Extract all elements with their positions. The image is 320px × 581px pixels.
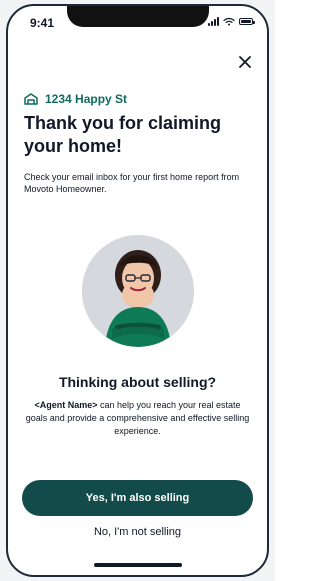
close-icon[interactable] (237, 54, 253, 70)
property-address-row: 1234 Happy St (24, 92, 251, 106)
not-selling-link[interactable]: No, I'm not selling (8, 526, 267, 538)
agent-avatar (81, 235, 194, 347)
agent-name-placeholder: <Agent Name> (34, 400, 98, 410)
house-icon (24, 93, 38, 105)
main-content: 1234 Happy St Thank you for claiming you… (24, 92, 251, 438)
property-address: 1234 Happy St (45, 92, 128, 106)
phone-screen: 9:41 1234 Happy St Thank you for claimin… (6, 4, 269, 577)
battery-icon (239, 18, 255, 25)
status-icons (208, 17, 255, 26)
page: 9:41 1234 Happy St Thank you for claimin… (0, 0, 275, 581)
wifi-icon (223, 17, 235, 26)
status-bar: 9:41 (8, 6, 267, 36)
status-time: 9:41 (30, 16, 55, 30)
notch (66, 6, 209, 27)
also-selling-button[interactable]: Yes, I'm also selling (22, 480, 253, 516)
agent-photo (81, 235, 194, 347)
selling-question: Thinking about selling? (58, 374, 217, 390)
selling-description: <Agent Name> can help you reach your rea… (24, 399, 251, 438)
intro-text: Check your email inbox for your first ho… (24, 172, 240, 194)
signal-icon (208, 17, 219, 26)
page-title: Thank you for claiming your home! (24, 113, 222, 156)
home-indicator (93, 563, 182, 567)
agent-avatar-wrap (24, 235, 251, 347)
